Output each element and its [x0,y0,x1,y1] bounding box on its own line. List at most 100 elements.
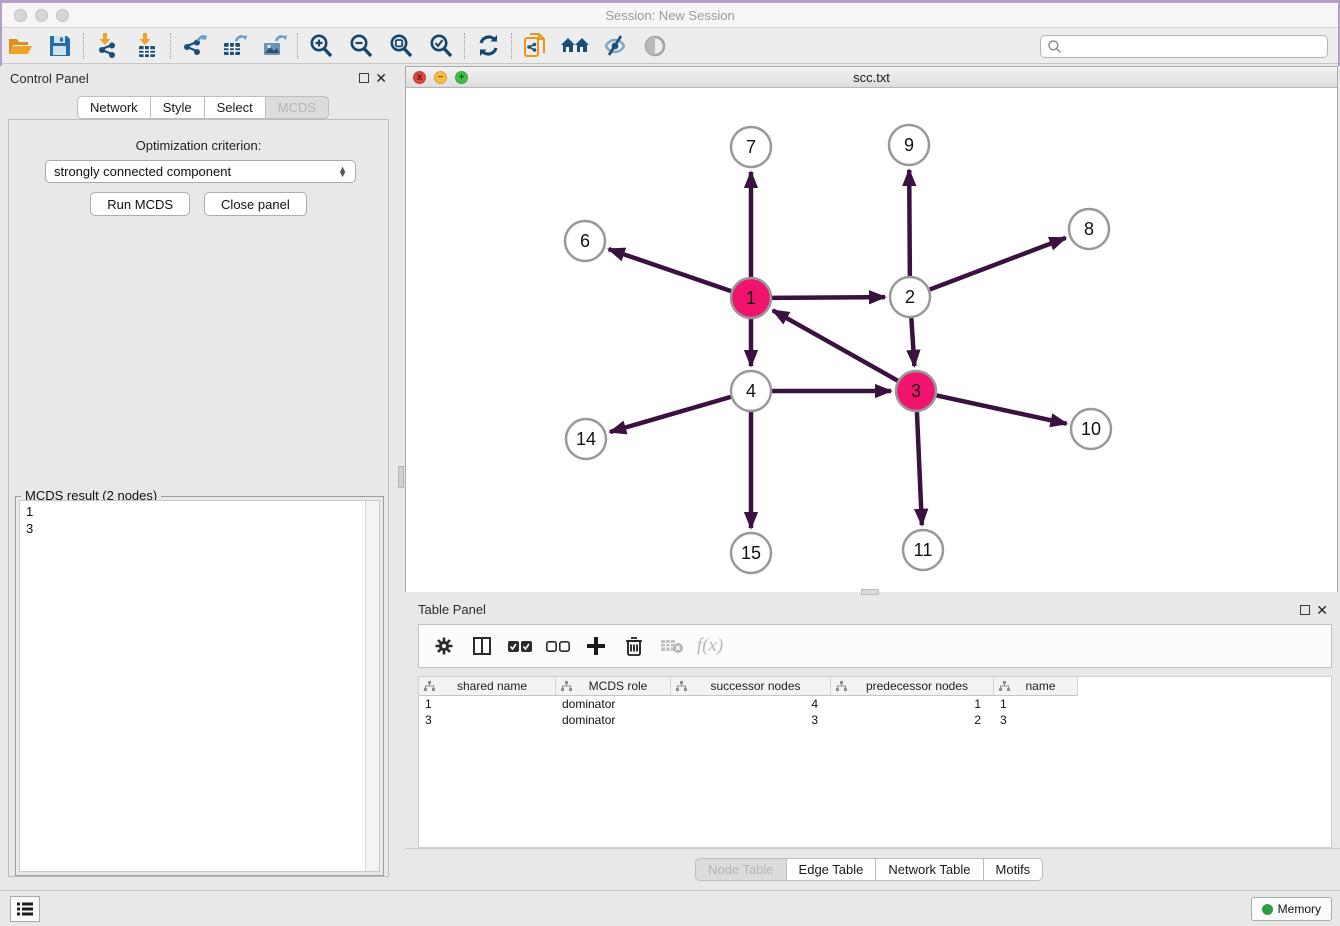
table-cell: dominator [556,696,671,712]
select-all-button[interactable] [503,629,537,663]
hide-labels-icon [602,33,628,59]
tab-network-table[interactable]: Network Table [876,858,983,881]
graph-edge-3-10[interactable] [937,395,1067,423]
memory-status-icon [1262,904,1273,915]
clone-network-button[interactable] [515,30,555,62]
graph-edge-3-1[interactable] [773,310,898,380]
tab-style[interactable]: Style [151,96,205,119]
import-table-button[interactable] [127,30,167,62]
delete-table-button[interactable] [655,629,689,663]
memory-label: Memory [1278,902,1321,916]
app-titlebar: Session: New Session [0,3,1340,28]
column-header-MCDS-role[interactable]: MCDS role [556,677,671,696]
table-panel-close-icon[interactable]: ✕ [1316,602,1328,619]
table-cell: 3 [419,712,556,728]
table-tabs-bar: Node TableEdge TableNetwork TableMotifs [405,848,1340,890]
open-folder-icon [7,34,34,58]
table-row[interactable]: 1dominator411 [419,696,1331,712]
table-settings-button[interactable] [427,629,461,663]
network-canvas[interactable]: 1234678910111415 [406,88,1337,592]
select-all-icon [508,640,532,653]
import-table-icon [134,33,160,59]
eye-icon [643,34,667,58]
network-window-titlebar[interactable]: x − + scc.txt [406,67,1337,88]
function-builder-button[interactable]: f(x) [693,629,727,663]
export-network-icon [181,33,208,59]
graph-node-label: 7 [746,137,756,157]
refresh-icon [476,33,501,58]
graph-edge-2-9[interactable] [909,170,910,276]
column-header-predecessor-nodes[interactable]: predecessor nodes [831,677,994,696]
refresh-view-button[interactable] [468,30,508,62]
tree-icon [561,681,572,692]
table-row[interactable]: 3dominator323 [419,712,1331,728]
global-search-field[interactable] [1040,35,1328,58]
toolbar-separator [170,33,171,59]
tab-mcds[interactable]: MCDS [266,96,329,119]
deselect-all-button[interactable] [541,629,575,663]
select-stepper-icon: ▲▼ [338,167,347,177]
export-network-button[interactable] [174,30,214,62]
tab-network[interactable]: Network [77,96,151,119]
columns-icon [472,636,492,656]
tab-select[interactable]: Select [205,96,266,119]
add-row-button[interactable] [579,629,613,663]
graph-edge-1-2[interactable] [772,297,885,298]
run-mcds-button[interactable]: Run MCDS [90,192,190,216]
optimization-criterion-value: strongly connected component [54,164,338,179]
global-search-input[interactable] [1062,36,1327,57]
desktop-background-edge [0,0,1340,3]
show-columns-button[interactable] [465,629,499,663]
zoom-out-button[interactable] [341,30,381,62]
table-tabs: Node TableEdge TableNetwork TableMotifs [695,858,1043,881]
table-panel-title: Table Panel [418,602,486,617]
graph-edge-1-6[interactable] [609,249,731,291]
table-cell: 3 [671,712,831,728]
optimization-criterion-select[interactable]: strongly connected component ▲▼ [45,160,356,183]
deselect-all-icon [546,640,570,653]
mcds-result-scrollbar[interactable] [365,501,379,871]
tree-icon [999,681,1010,692]
column-header-successor-nodes[interactable]: successor nodes [671,677,831,696]
zoom-in-button[interactable] [301,30,341,62]
mcds-result-textarea[interactable]: 13 [19,500,380,872]
graph-edge-4-14[interactable] [610,397,731,432]
home-layout-button[interactable] [555,30,595,62]
control-panel-float-icon[interactable] [359,73,369,83]
main-toolbar [0,28,1340,64]
open-session-button[interactable] [0,30,40,62]
save-session-button[interactable] [40,30,80,62]
network-window-title: scc.txt [406,70,1337,85]
column-header-name[interactable]: name [994,677,1078,696]
tab-motifs[interactable]: Motifs [984,858,1044,881]
export-image-button[interactable] [254,30,294,62]
show-graphics-button[interactable] [635,30,675,62]
graph-edge-3-11[interactable] [917,412,922,525]
close-panel-button[interactable]: Close panel [204,192,307,216]
zoom-selected-button[interactable] [421,30,461,62]
tab-edge-table[interactable]: Edge Table [787,858,877,881]
node-table-body: 1dominator4113dominator323 [419,696,1331,728]
control-panel-close-icon[interactable]: ✕ [375,70,387,87]
tab-node-table[interactable]: Node Table [695,858,787,881]
node-table[interactable]: shared name MCDS rolesuccessor nodesprede… [418,676,1332,848]
splitter-grip[interactable] [398,466,404,488]
table-panel-float-icon[interactable] [1300,605,1310,615]
memory-button[interactable]: Memory [1251,897,1332,921]
list-icon [16,901,34,917]
plus-icon [586,636,606,656]
column-header-label: shared name [457,679,527,693]
network-graph[interactable]: 1234678910111415 [406,88,1337,592]
graph-node-label: 15 [741,543,761,563]
control-panel: Control Panel ✕ NetworkStyleSelectMCDS O… [0,64,397,890]
graph-edge-2-3[interactable] [911,318,914,366]
delete-row-button[interactable] [617,629,651,663]
export-table-button[interactable] [214,30,254,62]
import-network-button[interactable] [87,30,127,62]
zoom-fit-button[interactable] [381,30,421,62]
column-header-shared-name[interactable]: shared name [419,677,556,696]
hide-labels-button[interactable] [595,30,635,62]
vertical-splitter[interactable] [397,64,405,890]
graph-edge-2-8[interactable] [930,238,1066,290]
task-history-button[interactable] [10,896,40,922]
